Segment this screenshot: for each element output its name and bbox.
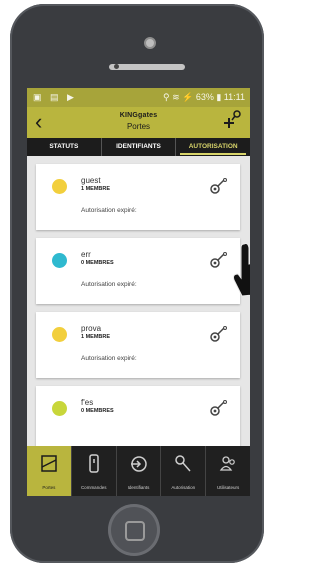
auth-status: Autorisation expiré: — [81, 355, 137, 362]
app-bar: ‹ KINGgates Portes — [27, 107, 250, 138]
auth-status: Autorisation expiré: — [81, 207, 137, 214]
nav-label: Portes — [42, 485, 56, 490]
add-key-icon[interactable] — [221, 109, 243, 133]
member-count: 1 MEMBRE — [81, 186, 111, 192]
remote-icon — [88, 454, 99, 473]
list-item[interactable]: f'es 0 MEMBRES — [36, 386, 240, 452]
authorization-list: guest 1 MEMBRE Autorisation expiré: err … — [27, 156, 250, 452]
tab-bar: STATUTS IDENTIFIANTS AUTORISATION — [27, 138, 250, 156]
speaker-grille — [109, 64, 185, 70]
front-camera — [144, 37, 156, 49]
status-dot — [52, 401, 67, 416]
tap-hand-icon — [233, 243, 250, 297]
nav-autorisation[interactable]: Autorisation — [161, 446, 207, 496]
app-screen: ▣ ▤ ▶ ⚲ ≋ ⚡ 63% ▮ 11:11 ‹ KINGgates Port… — [27, 88, 250, 496]
status-right-info: ⚲ ≋ ⚡ 63% ▮ 11:11 — [163, 92, 245, 102]
sensor-dot — [114, 64, 119, 69]
nav-identifiants[interactable]: Identifiants — [117, 446, 162, 496]
brand-logo: KINGgates — [119, 112, 158, 119]
item-name: prova — [81, 324, 102, 333]
status-dot — [52, 253, 67, 268]
tab-autorisation[interactable]: AUTORISATION — [176, 138, 250, 156]
member-count: 0 MEMBRES — [81, 260, 114, 266]
settings-key-icon[interactable] — [208, 178, 228, 196]
settings-key-icon[interactable] — [208, 326, 228, 344]
key-icon — [175, 455, 191, 472]
member-count: 0 MEMBRES — [81, 408, 114, 414]
settings-key-icon[interactable] — [208, 400, 228, 418]
nav-label: Autorisation — [171, 485, 196, 490]
users-icon — [219, 456, 235, 471]
nav-label: Identifiants — [127, 485, 150, 490]
item-name: err — [81, 250, 91, 259]
nav-portes[interactable]: Portes — [27, 446, 72, 496]
list-item[interactable]: err 0 MEMBRES Autorisation expiré: — [36, 238, 240, 304]
nav-label: Commandes — [80, 485, 107, 490]
gate-icon — [41, 455, 57, 472]
nav-utilisateurs[interactable]: Utilisateurs — [206, 446, 250, 496]
tab-identifiants[interactable]: IDENTIFIANTS — [102, 138, 177, 156]
status-dot — [52, 327, 67, 342]
list-item[interactable]: guest 1 MEMBRE Autorisation expiré: — [36, 164, 240, 230]
member-count: 1 MEMBRE — [81, 334, 111, 340]
status-bar: ▣ ▤ ▶ ⚲ ≋ ⚡ 63% ▮ 11:11 — [27, 88, 250, 107]
item-name: guest — [81, 176, 101, 185]
list-item[interactable]: prova 1 MEMBRE Autorisation expiré: — [36, 312, 240, 378]
bottom-nav: Portes Commandes Identifiants Autorisati… — [27, 446, 250, 496]
item-name: f'es — [81, 398, 94, 407]
nav-commandes[interactable]: Commandes — [72, 446, 117, 496]
tab-statuts[interactable]: STATUTS — [27, 138, 102, 156]
home-button[interactable] — [108, 504, 160, 556]
home-button-square — [125, 521, 145, 541]
page-title: Portes — [126, 122, 151, 131]
auth-status: Autorisation expiré: — [81, 281, 137, 288]
status-dot — [52, 179, 67, 194]
status-left-icons: ▣ ▤ ▶ — [33, 92, 77, 102]
nav-label: Utilisateurs — [216, 485, 240, 490]
login-icon — [131, 456, 148, 472]
